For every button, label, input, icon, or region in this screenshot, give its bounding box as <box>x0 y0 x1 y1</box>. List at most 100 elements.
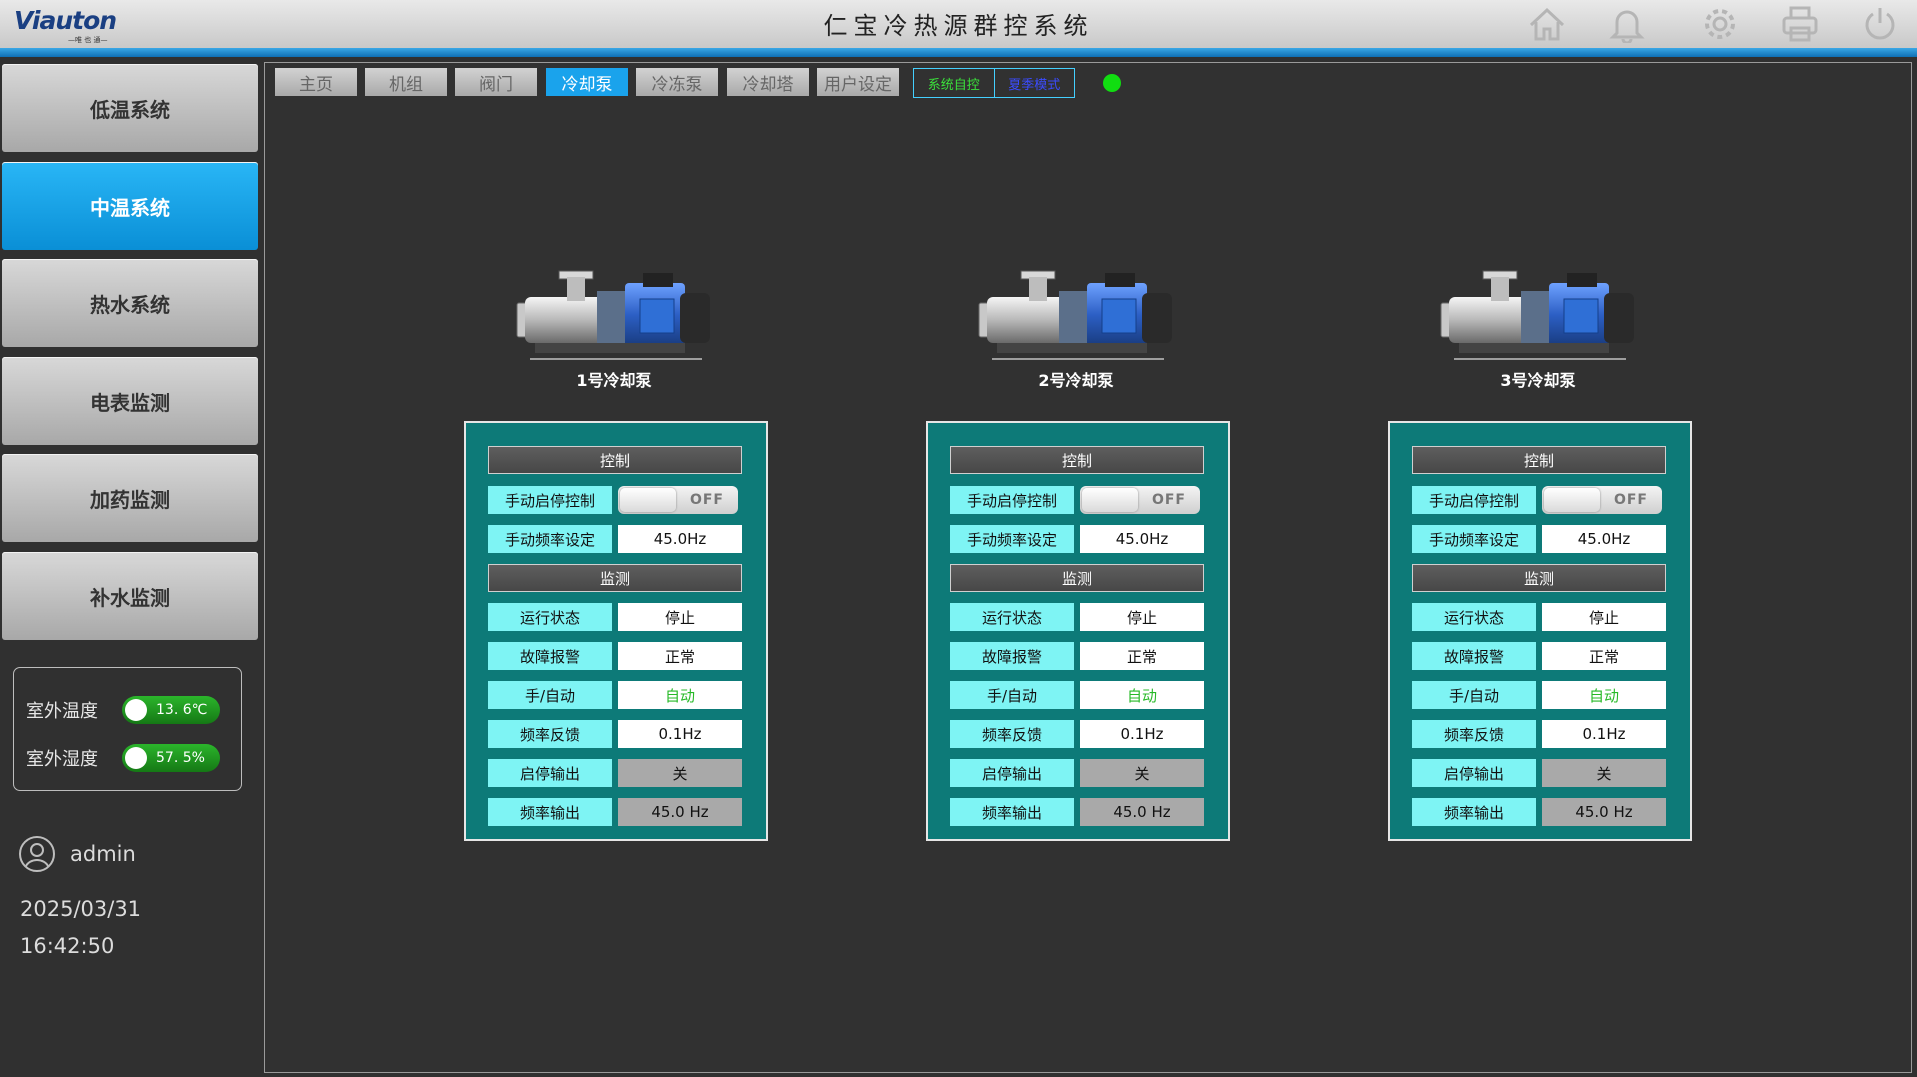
run-status-value: 停止 <box>618 603 742 631</box>
fault-alarm-value: 正常 <box>618 642 742 670</box>
sidebar-item-makeup-water[interactable]: 补水监测 <box>2 552 258 640</box>
pump-image <box>515 263 715 358</box>
pump-divider <box>992 358 1164 360</box>
freq-output-label: 频率输出 <box>950 798 1074 826</box>
freq-output-value: 45.0 Hz <box>618 798 742 826</box>
outdoor-temp-badge: 13. 6℃ <box>122 696 220 724</box>
manual-auto-label: 手/自动 <box>488 681 612 709</box>
manual-switch-toggle[interactable]: OFF <box>1080 486 1200 514</box>
outdoor-temp-value: 13. 6℃ <box>156 702 208 718</box>
manual-auto-label: 手/自动 <box>950 681 1074 709</box>
run-status-value: 停止 <box>1542 603 1666 631</box>
freq-feedback-value: 0.1Hz <box>1080 720 1204 748</box>
fault-alarm-label: 故障报警 <box>1412 642 1536 670</box>
toggle-state: OFF <box>1151 492 1186 508</box>
freq-feedback-value: 0.1Hz <box>618 720 742 748</box>
manual-freq-label: 手动频率设定 <box>950 525 1074 553</box>
manual-freq-input[interactable]: 45.0Hz <box>618 525 742 553</box>
freq-feedback-label: 频率反馈 <box>1412 720 1536 748</box>
tab-cooling-pump[interactable]: 冷却泵 <box>546 68 628 96</box>
tab-units[interactable]: 机组 <box>365 68 447 96</box>
freq-feedback-value: 0.1Hz <box>1542 720 1666 748</box>
run-status-label: 运行状态 <box>488 603 612 631</box>
sidebar-item-meter[interactable]: 电表监测 <box>2 357 258 445</box>
pump-divider <box>530 358 702 360</box>
mode-indicator: 系统自控 夏季模式 <box>913 68 1075 98</box>
manual-switch-label: 手动启停控制 <box>488 486 612 514</box>
top-bar: Viauton —唯 也 通— 仁宝冷热源群控系统 <box>0 0 1917 48</box>
outdoor-humidity-label: 室外湿度 <box>26 749 98 770</box>
manual-freq-label: 手动频率设定 <box>488 525 612 553</box>
sidebar-item-dosing[interactable]: 加药监测 <box>2 454 258 542</box>
mode-season[interactable]: 夏季模式 <box>993 69 1075 97</box>
sidebar-item-low-temp[interactable]: 低温系统 <box>2 64 258 152</box>
humidity-icon <box>125 747 147 769</box>
monitor-header: 监测 <box>950 564 1204 592</box>
power-icon[interactable] <box>1860 5 1900 43</box>
manual-switch-label: 手动启停控制 <box>950 486 1074 514</box>
manual-auto-value: 自动 <box>1542 681 1666 709</box>
start-output-value: 关 <box>1080 759 1204 787</box>
manual-freq-input[interactable]: 45.0Hz <box>1542 525 1666 553</box>
sidebar-item-hot-water[interactable]: 热水系统 <box>2 259 258 347</box>
weather-panel: 室外温度 13. 6℃ 室外湿度 57. 5% <box>13 667 242 791</box>
fault-alarm-label: 故障报警 <box>488 642 612 670</box>
outdoor-humidity-value: 57. 5% <box>156 750 205 766</box>
tab-cooling-tower[interactable]: 冷却塔 <box>727 68 809 96</box>
pump-panel: 控制 手动启停控制 OFF 手动频率设定 45.0Hz 监测 运行状态 停止 故… <box>1388 421 1692 841</box>
mode-auto[interactable]: 系统自控 <box>914 69 994 97</box>
pump-panel: 控制 手动启停控制 OFF 手动频率设定 45.0Hz 监测 运行状态 停止 故… <box>464 421 768 841</box>
pump-name: 2号冷却泵 <box>1038 371 1114 390</box>
tab-valves[interactable]: 阀门 <box>455 68 537 96</box>
tab-chilled-pump[interactable]: 冷冻泵 <box>636 68 718 96</box>
pump-image <box>1439 263 1639 358</box>
run-status-value: 停止 <box>1080 603 1204 631</box>
fault-alarm-value: 正常 <box>1080 642 1204 670</box>
toggle-state: OFF <box>1613 492 1648 508</box>
home-icon[interactable] <box>1527 5 1567 43</box>
fault-alarm-label: 故障报警 <box>950 642 1074 670</box>
freq-output-label: 频率输出 <box>1412 798 1536 826</box>
toggle-knob <box>1082 488 1138 512</box>
top-bar-accent <box>0 48 1917 57</box>
sidebar-item-mid-temp[interactable]: 中温系统 <box>2 162 258 250</box>
start-output-label: 启停输出 <box>950 759 1074 787</box>
manual-switch-toggle[interactable]: OFF <box>1542 486 1662 514</box>
freq-output-value: 45.0 Hz <box>1542 798 1666 826</box>
control-header: 控制 <box>950 446 1204 474</box>
pump-name: 3号冷却泵 <box>1500 371 1576 390</box>
outdoor-temp-label: 室外温度 <box>26 701 98 722</box>
gear-icon[interactable] <box>1700 5 1740 43</box>
freq-output-label: 频率输出 <box>488 798 612 826</box>
run-status-label: 运行状态 <box>950 603 1074 631</box>
start-output-label: 启停输出 <box>1412 759 1536 787</box>
current-date: 2025/03/31 <box>20 897 142 921</box>
start-output-value: 关 <box>618 759 742 787</box>
freq-output-value: 45.0 Hz <box>1080 798 1204 826</box>
pump-name: 1号冷却泵 <box>576 371 652 390</box>
monitor-header: 监测 <box>488 564 742 592</box>
printer-icon[interactable] <box>1780 5 1820 43</box>
toggle-knob <box>620 488 676 512</box>
tab-home[interactable]: 主页 <box>275 68 357 96</box>
outdoor-humidity-badge: 57. 5% <box>122 744 220 772</box>
system-status-dot <box>1103 74 1121 92</box>
manual-auto-value: 自动 <box>1080 681 1204 709</box>
current-time: 16:42:50 <box>20 934 115 958</box>
manual-freq-input[interactable]: 45.0Hz <box>1080 525 1204 553</box>
tab-user-settings[interactable]: 用户设定 <box>817 68 899 96</box>
freq-feedback-label: 频率反馈 <box>488 720 612 748</box>
pump-divider <box>1454 358 1626 360</box>
bell-icon[interactable] <box>1607 5 1647 45</box>
user-info: admin <box>18 835 136 873</box>
manual-auto-label: 手/自动 <box>1412 681 1536 709</box>
manual-switch-toggle[interactable]: OFF <box>618 486 738 514</box>
thermometer-icon <box>125 699 147 721</box>
start-output-label: 启停输出 <box>488 759 612 787</box>
manual-auto-value: 自动 <box>618 681 742 709</box>
pump-image <box>977 263 1177 358</box>
freq-feedback-label: 频率反馈 <box>950 720 1074 748</box>
sidebar: 低温系统 中温系统 热水系统 电表监测 加药监测 补水监测 <box>0 57 262 1077</box>
user-name: admin <box>70 842 136 866</box>
fault-alarm-value: 正常 <box>1542 642 1666 670</box>
